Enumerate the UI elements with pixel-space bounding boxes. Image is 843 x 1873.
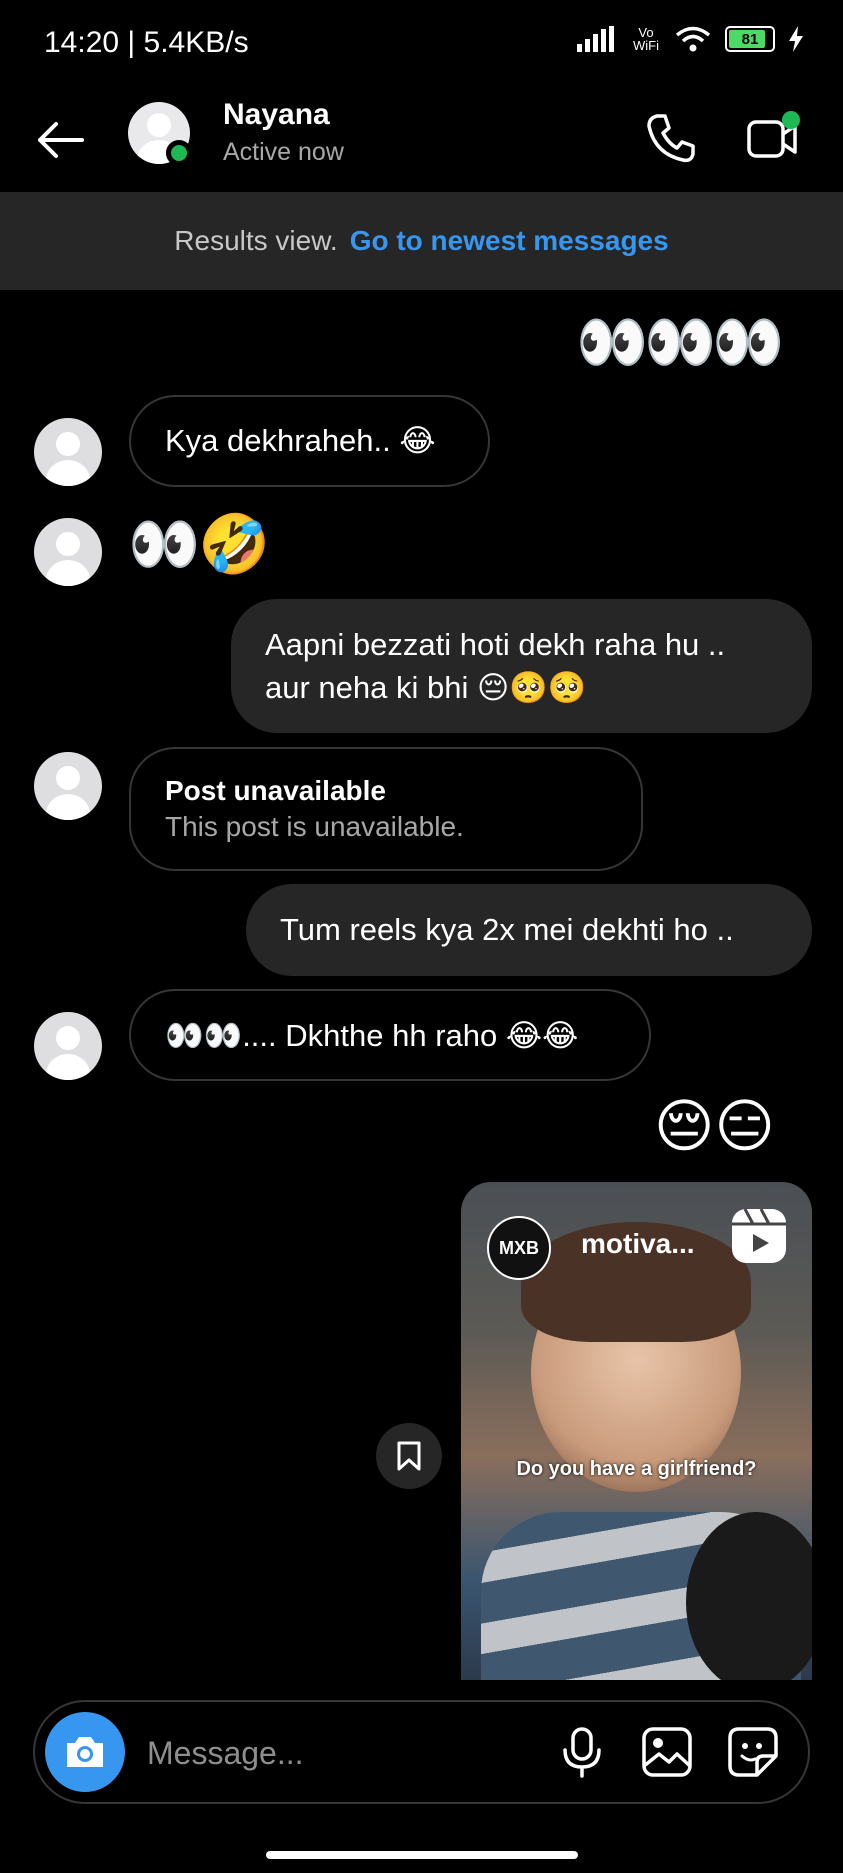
results-banner: Results view. Go to newest messages — [0, 192, 843, 290]
reel-author-avatar[interactable]: MXB — [487, 1216, 551, 1280]
message-in-bubble[interactable]: Kya dekhraheh.. 😂 — [129, 395, 490, 487]
charging-icon — [789, 26, 803, 52]
post-body: This post is unavailable. — [165, 811, 464, 842]
gallery-icon[interactable] — [639, 1724, 695, 1780]
reel-caption: Do you have a girlfriend? — [516, 1458, 757, 1480]
post-unavailable-card[interactable]: Post unavailable This post is unavailabl… — [129, 747, 643, 871]
battery-icon: 81 — [725, 26, 775, 52]
camera-button[interactable] — [45, 1712, 125, 1792]
sticker-icon[interactable] — [725, 1724, 781, 1780]
message-out-bubble[interactable]: Tum reels kya 2x mei dekhti ho .. — [246, 884, 812, 976]
microphone-icon[interactable] — [554, 1724, 610, 1780]
back-arrow-icon[interactable] — [34, 114, 86, 166]
sender-avatar[interactable] — [34, 1012, 102, 1080]
status-bar: 14:20 | 5.4KB/s Vo WiFi 81 — [0, 0, 843, 90]
shared-reel[interactable]: MXB motiva... Do you have a girlfriend? — [461, 1182, 812, 1680]
message-text: Tum reels kya 2x mei dekhti ho .. — [280, 912, 734, 947]
message-out-emoji[interactable]: 👀👀👀 — [576, 313, 785, 371]
go-to-newest-link[interactable]: Go to newest messages — [350, 225, 669, 257]
home-indicator[interactable] — [266, 1851, 578, 1859]
sender-avatar[interactable] — [34, 418, 102, 486]
save-reel-button[interactable] — [376, 1423, 442, 1489]
results-label: Results view. — [174, 225, 338, 256]
message-input[interactable] — [145, 1724, 449, 1782]
signal-icon — [577, 26, 614, 52]
status-time: 14:20 | 5.4KB/s — [44, 26, 249, 59]
message-composer — [33, 1700, 810, 1804]
post-title: Post unavailable — [165, 775, 386, 806]
message-out-emoji[interactable]: 😔😑 — [654, 1097, 775, 1155]
message-text-line-1: Aapni bezzati hoti dekh raha hu .. — [265, 627, 726, 662]
video-call-icon[interactable] — [745, 110, 801, 166]
message-text: Kya dekhraheh.. 😂 — [165, 423, 436, 458]
wifi-icon — [675, 26, 711, 52]
camera-icon — [67, 1737, 103, 1767]
status-icons: Vo WiFi 81 — [577, 26, 803, 52]
message-in-bubble[interactable]: 👀👀.... Dkhthe hh raho 😂😂 — [129, 989, 651, 1081]
message-text-line-2: aur neha ki bhi 😔🥺🥺 — [265, 670, 587, 705]
network-label: Vo WiFi — [633, 25, 659, 53]
sender-avatar[interactable] — [34, 752, 102, 820]
sender-avatar[interactable] — [34, 518, 102, 586]
contact-name[interactable]: Nayana — [223, 98, 330, 132]
chat-header: Nayana Active now — [0, 90, 843, 192]
online-indicator — [166, 140, 192, 166]
message-text: 👀👀.... Dkhthe hh raho 😂😂 — [165, 1017, 579, 1053]
reel-username[interactable]: motiva... — [581, 1228, 695, 1260]
message-out-bubble[interactable]: Aapni bezzati hoti dekh raha hu .. aur n… — [231, 599, 812, 733]
phone-icon[interactable] — [643, 110, 699, 166]
reels-icon — [732, 1208, 786, 1263]
bookmark-icon — [397, 1441, 421, 1471]
contact-status: Active now — [223, 138, 344, 166]
message-in-emoji[interactable]: 👀🤣 — [128, 515, 270, 573]
